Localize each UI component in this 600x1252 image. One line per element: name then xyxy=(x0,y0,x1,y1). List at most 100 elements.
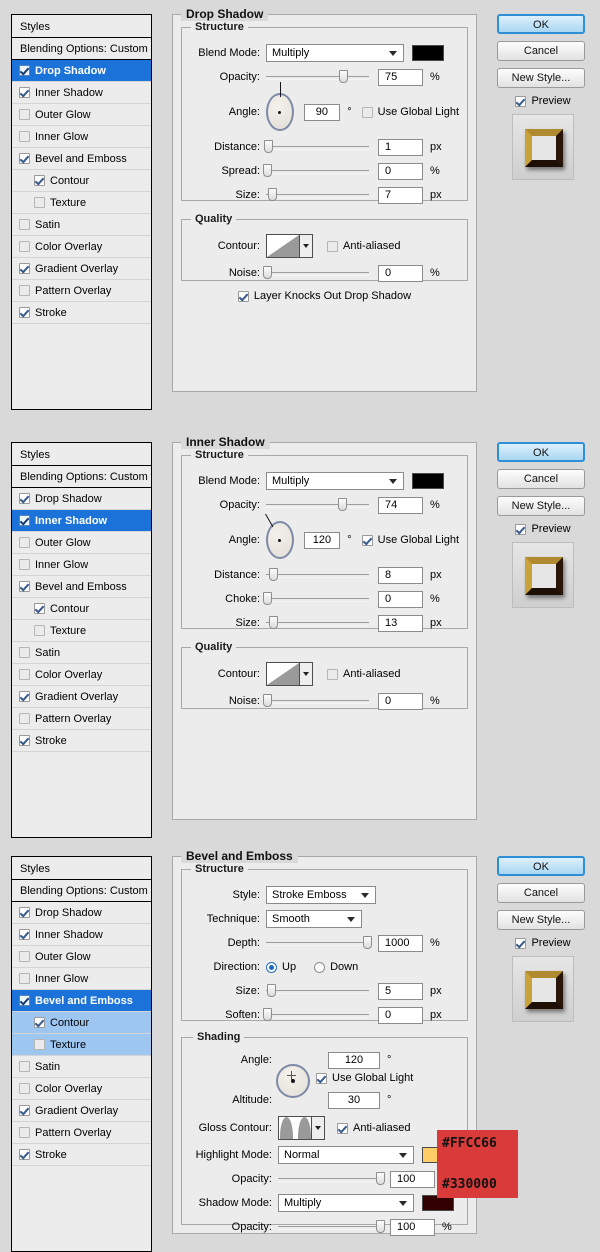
layer-knocks-out-drop-shadow-checkbox-row[interactable]: Layer Knocks Out Drop Shadow xyxy=(237,290,411,302)
styles-item-satin[interactable]: Satin xyxy=(12,642,151,664)
contour-checkbox[interactable] xyxy=(34,1017,45,1028)
bevel-and-emboss-checkbox[interactable] xyxy=(19,581,30,592)
styles-item-gradient-overlay[interactable]: Gradient Overlay xyxy=(12,1100,151,1122)
contour-picker[interactable] xyxy=(266,662,313,686)
styles-item-blending-options[interactable]: Blending Options: Custom xyxy=(12,38,151,60)
contour-thumbnail[interactable] xyxy=(266,234,300,258)
slider-thumb[interactable] xyxy=(264,140,274,153)
styles-item-outer-glow[interactable]: Outer Glow xyxy=(12,532,151,554)
styles-item-color-overlay[interactable]: Color Overlay xyxy=(12,664,151,686)
angle-dial[interactable] xyxy=(264,513,294,559)
inner-shadow-checkbox[interactable] xyxy=(19,515,30,526)
styles-item-inner-glow[interactable]: Inner Glow xyxy=(12,554,151,576)
slider-thumb[interactable] xyxy=(263,266,273,279)
styles-item-inner-glow[interactable]: Inner Glow xyxy=(12,968,151,990)
opacity-input[interactable]: 75 xyxy=(378,68,423,86)
highlight-opacity-slider[interactable] xyxy=(278,1171,385,1187)
outer-glow-checkbox[interactable] xyxy=(19,951,30,962)
styles-item-pattern-overlay[interactable]: Pattern Overlay xyxy=(12,280,151,302)
slider-thumb[interactable] xyxy=(263,694,273,707)
preview-checkbox-row[interactable]: Preview xyxy=(497,523,589,535)
stroke-checkbox[interactable] xyxy=(19,1149,30,1160)
bevel-and-emboss-checkbox[interactable] xyxy=(19,153,30,164)
styles-item-outer-glow[interactable]: Outer Glow xyxy=(12,946,151,968)
slider-thumb[interactable] xyxy=(375,1220,385,1233)
styles-item-stroke[interactable]: Stroke xyxy=(12,730,151,752)
size-input[interactable]: 5 xyxy=(378,982,423,1000)
soften-input[interactable]: 0 xyxy=(378,1006,423,1024)
satin-checkbox[interactable] xyxy=(19,647,30,658)
shadow-color-swatch[interactable] xyxy=(412,473,444,489)
contour-dropdown-button[interactable] xyxy=(300,234,313,258)
use-global-light-checkbox-row[interactable]: Use Global Light xyxy=(361,106,459,118)
slider-thumb[interactable] xyxy=(268,188,278,201)
inner-glow-checkbox[interactable] xyxy=(19,131,30,142)
angle-input[interactable]: 120 xyxy=(303,531,341,549)
size-input[interactable]: 7 xyxy=(378,186,423,204)
inner-glow-checkbox[interactable] xyxy=(19,559,30,570)
inner-shadow-checkbox[interactable] xyxy=(19,929,30,940)
ok-button[interactable]: OK xyxy=(497,14,585,34)
choke-input[interactable]: 0 xyxy=(378,590,423,608)
cancel-button[interactable]: Cancel xyxy=(497,469,585,489)
styles-item-outer-glow[interactable]: Outer Glow xyxy=(12,104,151,126)
slider-thumb[interactable] xyxy=(269,616,279,629)
slider-thumb[interactable] xyxy=(263,164,273,177)
styles-item-bevel-and-emboss[interactable]: Bevel and Emboss xyxy=(12,576,151,598)
radio-up-indicator[interactable] xyxy=(266,961,277,973)
slider-thumb[interactable] xyxy=(263,592,273,605)
gradient-overlay-checkbox[interactable] xyxy=(19,263,30,274)
texture-checkbox[interactable] xyxy=(34,625,45,636)
drop-shadow-checkbox[interactable] xyxy=(19,907,30,918)
use-global-light-checkbox[interactable] xyxy=(361,106,373,118)
styles-item-texture[interactable]: Texture xyxy=(12,620,151,642)
new-style-button[interactable]: New Style... xyxy=(497,910,585,930)
outer-glow-checkbox[interactable] xyxy=(19,537,30,548)
noise-input[interactable]: 0 xyxy=(378,264,423,282)
color-overlay-checkbox[interactable] xyxy=(19,1083,30,1094)
styles-item-color-overlay[interactable]: Color Overlay xyxy=(12,1078,151,1100)
gloss-contour-thumbnail[interactable] xyxy=(278,1116,312,1140)
blend-mode-select[interactable]: Multiply xyxy=(266,472,404,490)
preview-checkbox-row[interactable]: Preview xyxy=(497,937,589,949)
gloss-contour-picker[interactable] xyxy=(278,1116,325,1140)
noise-slider[interactable] xyxy=(263,693,369,709)
bevel-and-emboss-checkbox[interactable] xyxy=(19,995,30,1006)
cancel-button[interactable]: Cancel xyxy=(497,883,585,903)
styles-item-pattern-overlay[interactable]: Pattern Overlay xyxy=(12,708,151,730)
blend-mode-select[interactable]: Multiply xyxy=(266,44,404,62)
styles-item-gradient-overlay[interactable]: Gradient Overlay xyxy=(12,686,151,708)
pattern-overlay-checkbox[interactable] xyxy=(19,285,30,296)
anti-aliased-checkbox-row[interactable]: Anti-aliased xyxy=(327,240,400,252)
ok-button[interactable]: OK xyxy=(497,442,585,462)
stroke-checkbox[interactable] xyxy=(19,735,30,746)
styles-item-contour[interactable]: Contour xyxy=(12,170,151,192)
technique-select[interactable]: Smooth xyxy=(266,910,362,928)
styles-item-inner-glow[interactable]: Inner Glow xyxy=(12,126,151,148)
shadow-mode-select[interactable]: Multiply xyxy=(278,1194,414,1212)
slider-thumb[interactable] xyxy=(338,498,348,511)
styles-item-drop-shadow[interactable]: Drop Shadow xyxy=(12,60,151,82)
preview-checkbox[interactable] xyxy=(515,937,527,949)
pattern-overlay-checkbox[interactable] xyxy=(19,713,30,724)
styles-item-bevel-and-emboss[interactable]: Bevel and Emboss xyxy=(12,990,151,1012)
drop-shadow-checkbox[interactable] xyxy=(19,65,30,76)
pattern-overlay-checkbox[interactable] xyxy=(19,1127,30,1138)
highlight-mode-select[interactable]: Normal xyxy=(278,1146,414,1164)
angle-input[interactable]: 120 xyxy=(328,1051,380,1069)
styles-item-contour[interactable]: Contour xyxy=(12,1012,151,1034)
ok-button[interactable]: OK xyxy=(497,856,585,876)
slider-thumb[interactable] xyxy=(362,936,372,949)
preview-checkbox[interactable] xyxy=(515,95,527,107)
distance-slider[interactable] xyxy=(264,139,369,155)
depth-input[interactable]: 1000 xyxy=(378,934,423,952)
styles-item-satin[interactable]: Satin xyxy=(12,214,151,236)
anti-aliased-checkbox[interactable] xyxy=(327,668,338,680)
choke-slider[interactable] xyxy=(263,591,369,607)
depth-slider[interactable] xyxy=(266,935,372,951)
spread-slider[interactable] xyxy=(263,163,369,179)
slider-thumb[interactable] xyxy=(267,984,277,997)
layer-knocks-out-checkbox[interactable] xyxy=(237,290,249,302)
use-global-light-checkbox-row[interactable]: Use Global Light xyxy=(361,534,459,546)
styles-item-inner-shadow[interactable]: Inner Shadow xyxy=(12,924,151,946)
